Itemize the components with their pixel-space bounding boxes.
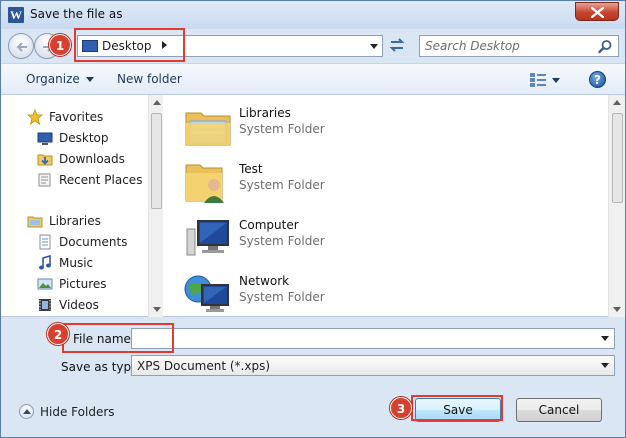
file-item-test[interactable]: Test System Folder: [184, 156, 514, 206]
nav-label: Downloads: [59, 152, 125, 166]
nav-item-music[interactable]: Music: [1, 253, 147, 273]
scroll-up-icon[interactable]: [613, 100, 621, 105]
search-box[interactable]: [419, 35, 619, 57]
scroll-down-icon[interactable]: [153, 307, 161, 312]
nav-scroll-thumb[interactable]: [151, 113, 162, 209]
file-name: Computer: [239, 218, 299, 232]
libraries-folder-icon: [185, 112, 231, 146]
file-item-computer[interactable]: Computer System Folder: [184, 212, 514, 262]
title-bar: W Save the file as: [1, 1, 625, 29]
new-folder-button[interactable]: New folder: [117, 72, 182, 86]
navigation-pane: Favorites Desktop Downloads Recent Place…: [1, 95, 163, 317]
callout-box-save: [411, 395, 503, 421]
nav-item-recent-places[interactable]: Recent Places: [1, 170, 147, 190]
nav-label: Pictures: [59, 277, 107, 291]
content-scroll-thumb[interactable]: [612, 113, 623, 203]
nav-item-documents[interactable]: Documents: [1, 232, 147, 252]
nav-label: Videos: [59, 298, 99, 312]
file-type: System Folder: [239, 234, 325, 248]
save-as-type-dropdown-icon[interactable]: [601, 363, 609, 368]
nav-item-downloads[interactable]: Downloads: [1, 149, 147, 169]
organize-menu[interactable]: Organize: [26, 72, 94, 86]
file-item-libraries[interactable]: Libraries System Folder: [184, 100, 514, 150]
nav-label: Desktop: [59, 131, 109, 145]
nav-item-libraries[interactable]: Libraries: [1, 211, 147, 231]
close-button[interactable]: [575, 2, 619, 21]
computer-icon: [186, 220, 229, 256]
music-icon: [39, 255, 51, 270]
dialog-footer: Hide Folders Save Cancel: [1, 381, 625, 437]
hide-folders-label: Hide Folders: [40, 405, 115, 419]
videos-icon: [39, 299, 51, 311]
help-icon[interactable]: ?: [589, 71, 606, 88]
recent-places-icon: [38, 173, 51, 187]
file-type: System Folder: [239, 178, 325, 192]
file-type: System Folder: [239, 122, 325, 136]
change-view-icon[interactable]: [529, 72, 547, 88]
back-arrow-icon: [16, 42, 27, 52]
save-dialog: W Save the file as Desktop Search Deskto…: [0, 0, 626, 438]
search-icon[interactable]: [598, 39, 613, 54]
nav-item-videos[interactable]: Videos: [1, 295, 147, 315]
file-name-dropdown-icon[interactable]: [601, 336, 609, 341]
save-as-type-value: XPS Document (*.xps): [137, 359, 271, 373]
file-type: System Folder: [239, 290, 325, 304]
search-input[interactable]: [425, 38, 595, 54]
refresh-icon: [389, 38, 405, 52]
scroll-down-icon[interactable]: [613, 307, 621, 312]
callout-number-2: 2: [47, 323, 69, 345]
downloads-icon: [37, 154, 53, 166]
cancel-button[interactable]: Cancel: [516, 398, 602, 422]
chevron-up-icon: [19, 404, 34, 419]
file-name: Libraries: [239, 106, 291, 120]
file-item-network[interactable]: Network System Folder: [184, 268, 514, 318]
file-name-field[interactable]: [135, 331, 595, 346]
word-app-icon: W: [8, 7, 24, 23]
chevron-down-icon: [85, 77, 94, 82]
documents-icon: [39, 234, 51, 250]
close-icon: [591, 7, 604, 18]
back-button[interactable]: [8, 33, 34, 59]
dialog-title: Save the file as: [30, 7, 123, 21]
nav-label: Music: [59, 256, 94, 270]
desktop-icon: [37, 132, 53, 145]
address-dropdown-icon[interactable]: [370, 44, 378, 49]
organize-label: Organize: [26, 72, 80, 86]
file-name: Test: [239, 162, 263, 176]
star-icon: [27, 109, 43, 125]
libraries-icon: [27, 216, 43, 228]
callout-box-address: [74, 28, 185, 62]
nav-item-desktop[interactable]: Desktop: [1, 128, 147, 148]
callout-number-1: 1: [49, 34, 71, 56]
nav-item-favorites[interactable]: Favorites: [1, 107, 147, 127]
refresh-button[interactable]: [387, 36, 409, 56]
save-as-type-select[interactable]: XPS Document (*.xps): [131, 355, 615, 376]
nav-scrollbar[interactable]: [148, 95, 163, 317]
browser-main: Favorites Desktop Downloads Recent Place…: [1, 95, 625, 317]
callout-number-3: 3: [390, 397, 412, 419]
command-toolbar: Organize New folder ?: [1, 63, 625, 95]
pictures-icon: [37, 278, 53, 290]
nav-label: Documents: [59, 235, 128, 249]
views-dropdown-icon[interactable]: [552, 78, 560, 83]
file-name: Network: [239, 274, 290, 288]
content-scrollbar[interactable]: [608, 95, 625, 317]
nav-label: Recent Places: [59, 173, 143, 187]
file-name-combobox[interactable]: [131, 328, 615, 349]
nav-label: Favorites: [49, 110, 104, 124]
user-folder-icon: [185, 164, 224, 203]
nav-item-pictures[interactable]: Pictures: [1, 274, 147, 294]
nav-label: Libraries: [49, 214, 101, 228]
callout-box-file-name: [62, 323, 174, 353]
content-pane: Libraries System Folder Test System Fold…: [164, 95, 625, 317]
scroll-up-icon[interactable]: [153, 100, 161, 105]
network-icon: [184, 275, 229, 312]
